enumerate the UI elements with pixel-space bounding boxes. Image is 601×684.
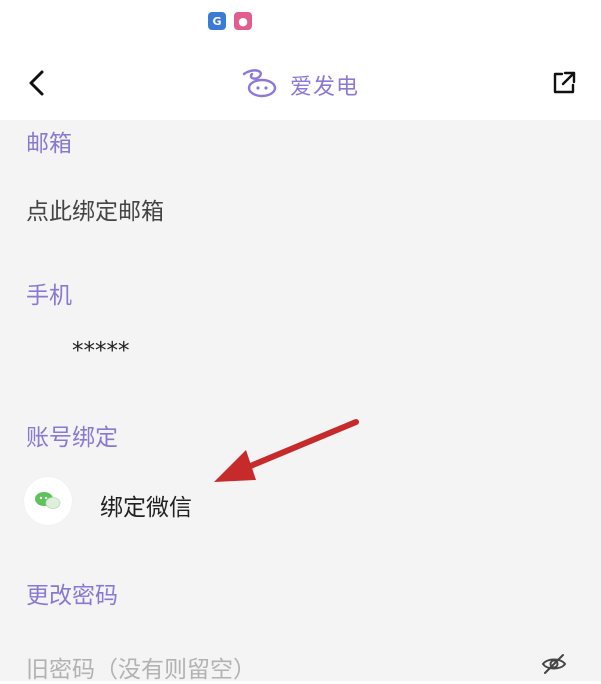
external-link-icon <box>553 71 576 94</box>
eye-off-icon <box>541 654 567 674</box>
nav-bar: 爱发电 <box>0 44 601 120</box>
wechat-icon <box>35 492 61 509</box>
status-bar: G ● <box>0 0 601 44</box>
app-g-icon: G <box>208 12 226 30</box>
email-section-title: 邮箱 <box>26 131 72 157</box>
phone-value: ***** <box>72 338 130 364</box>
afdian-logo-icon <box>242 69 277 98</box>
old-password-input[interactable]: 旧密码（没有则留空） <box>26 650 256 684</box>
toggle-password-visibility[interactable] <box>540 650 568 678</box>
wechat-bind-button[interactable] <box>24 477 72 525</box>
account-binding-section-title: 账号绑定 <box>26 425 118 451</box>
annotation-arrow <box>214 419 359 482</box>
bind-wechat-label[interactable]: 绑定微信 <box>100 488 192 522</box>
bind-email-link[interactable]: 点此绑定邮箱 <box>26 192 164 226</box>
account-settings-list: 邮箱 点此绑定邮箱 手机 ***** 账号绑定 绑定微信 更改密码 旧密码（没有… <box>0 120 601 684</box>
page-title: 爱发电 <box>290 75 360 100</box>
change-password-section-title: 更改密码 <box>26 583 118 609</box>
phone-section-title: 手机 <box>26 283 72 309</box>
back-button[interactable] <box>22 66 52 100</box>
share-button[interactable] <box>550 69 578 97</box>
app-podcast-icon: ● <box>234 12 252 30</box>
chevron-left-icon <box>29 70 44 96</box>
